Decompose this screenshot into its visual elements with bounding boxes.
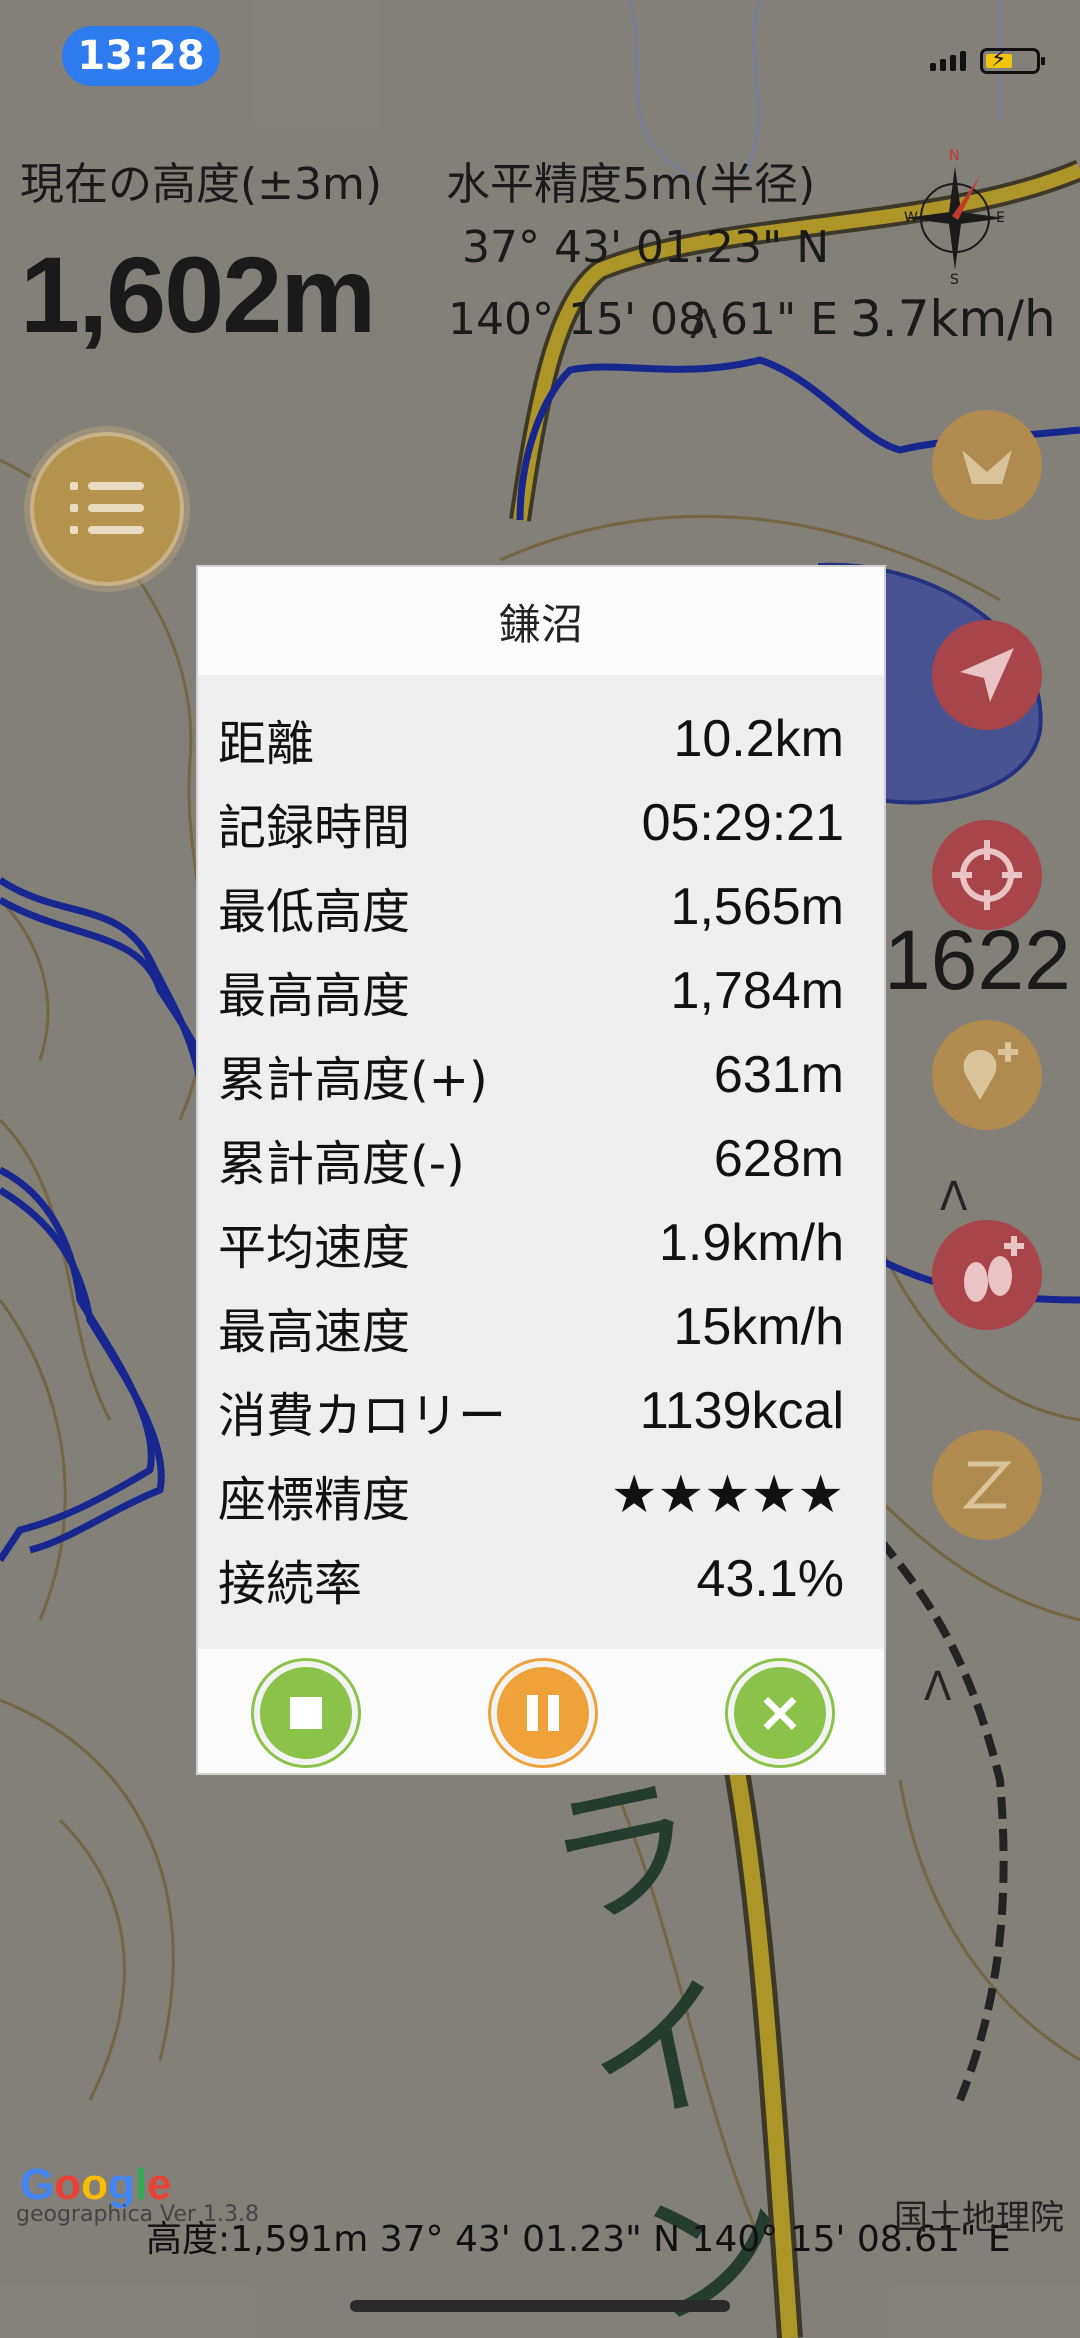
stop-button[interactable] <box>254 1661 358 1765</box>
stat-row-avg-speed: 平均速度 1.9km/h <box>198 1201 884 1285</box>
stat-value: 628m <box>713 1130 844 1188</box>
stat-label: 座標精度 <box>218 1472 411 1528</box>
footprint-icon <box>964 1236 1024 1302</box>
stat-value: 15km/h <box>673 1298 844 1356</box>
track-heading-button[interactable] <box>932 410 1042 520</box>
center-location-button[interactable] <box>932 820 1042 930</box>
stat-value: 10.2km <box>673 710 844 768</box>
status-icons: ⚡ <box>930 47 1045 74</box>
stat-value: 631m <box>713 1046 844 1104</box>
altitude-label: 現在の高度(±3m) <box>20 159 383 210</box>
horizontal-accuracy-label: 水平精度5m(半径) <box>446 159 816 210</box>
stat-row-distance: 距離 10.2km <box>198 697 884 781</box>
navigation-arrow-icon <box>960 648 1014 702</box>
stat-label: 記録時間 <box>218 800 411 856</box>
navigate-button[interactable] <box>932 620 1042 730</box>
stat-label: 最高高度 <box>218 968 411 1024</box>
altitude-value: 1,602m <box>20 234 376 355</box>
stat-label: 接続率 <box>218 1556 363 1612</box>
stat-label: 距離 <box>218 716 315 772</box>
stat-row-max-altitude: 最高高度 1,784m <box>198 949 884 1033</box>
stat-label: 平均速度 <box>218 1220 411 1276</box>
route-icon <box>962 1461 1012 1509</box>
compass-icon: N E S W <box>904 148 1005 286</box>
stat-value: 1,565m <box>670 878 844 936</box>
compass-e: E <box>996 210 1005 226</box>
map-attribution: 国土地理院 <box>894 2198 1064 2238</box>
stat-row-calories: 消費カロリー 1139kcal <box>198 1369 884 1453</box>
pause-icon <box>527 1695 559 1731</box>
stats-list: 距離 10.2km 記録時間 05:29:21 最低高度 1,565m 最高高度 1,7… <box>198 675 884 1621</box>
stat-row-descent: 累計高度(-) 628m <box>198 1117 884 1201</box>
footer-coordinates: 高度:1,591m 37° 43' 01.23" N 140° 15' 08.6… <box>146 2219 1011 2260</box>
signal-icon <box>930 51 966 71</box>
stat-row-ascent: 累計高度(+) 631m <box>198 1033 884 1117</box>
stat-row-min-altitude: 最低高度 1,565m <box>198 865 884 949</box>
compass-n: N <box>949 148 959 164</box>
stat-value: 43.1% <box>696 1550 844 1608</box>
shell-icon <box>962 450 1012 484</box>
stat-label: 累計高度(-) <box>218 1136 465 1192</box>
dialog-title: 鎌沼 <box>198 567 884 675</box>
compass-s: S <box>950 272 959 286</box>
status-time: 13:28 <box>62 26 220 86</box>
accuracy-stars: ★★★★★ <box>610 1466 844 1524</box>
battery-icon: ⚡ <box>980 47 1045 74</box>
speed-value: 3.7km/h <box>850 290 1056 348</box>
app-version: geographica Ver 1.3.8 <box>16 2202 259 2227</box>
latitude-value: 37° 43' 01.23" N <box>462 222 830 273</box>
stat-row-connection-rate: 接続率 43.1% <box>198 1537 884 1621</box>
stat-value: 05:29:21 <box>641 794 844 852</box>
stat-value: 1139kcal <box>639 1382 844 1440</box>
stat-row-max-speed: 最高速度 15km/h <box>198 1285 884 1369</box>
stat-value: 1.9km/h <box>659 1214 844 1272</box>
home-indicator[interactable] <box>350 2300 730 2312</box>
add-pin-button[interactable] <box>932 1020 1042 1130</box>
stat-row-accuracy: 座標精度 ★★★★★ <box>198 1453 884 1537</box>
menu-button[interactable] <box>30 432 184 586</box>
stat-label: 消費カロリー <box>218 1388 507 1444</box>
stat-label: 累計高度(+) <box>218 1052 488 1108</box>
stat-value: 1,784m <box>670 962 844 1020</box>
list-icon <box>70 482 146 548</box>
close-button[interactable]: × <box>728 1661 832 1765</box>
longitude-value: 140° 15' 08.61" E <box>448 294 839 345</box>
route-button[interactable] <box>932 1430 1042 1540</box>
stat-label: 最高速度 <box>218 1304 411 1360</box>
add-footprint-button[interactable] <box>932 1220 1042 1330</box>
stat-row-duration: 記録時間 05:29:21 <box>198 781 884 865</box>
add-pin-icon <box>963 1042 1018 1100</box>
close-icon: × <box>756 1680 804 1745</box>
pause-button[interactable] <box>491 1661 595 1765</box>
dialog-actions: × <box>198 1649 884 1773</box>
stop-icon <box>290 1697 322 1729</box>
stat-label: 最低高度 <box>218 884 411 940</box>
compass-w: W <box>904 210 918 226</box>
crosshair-icon <box>952 840 1022 910</box>
track-summary-dialog: 鎌沼 距離 10.2km 記録時間 05:29:21 最低高度 1,565m 最高高度… <box>196 565 886 1775</box>
